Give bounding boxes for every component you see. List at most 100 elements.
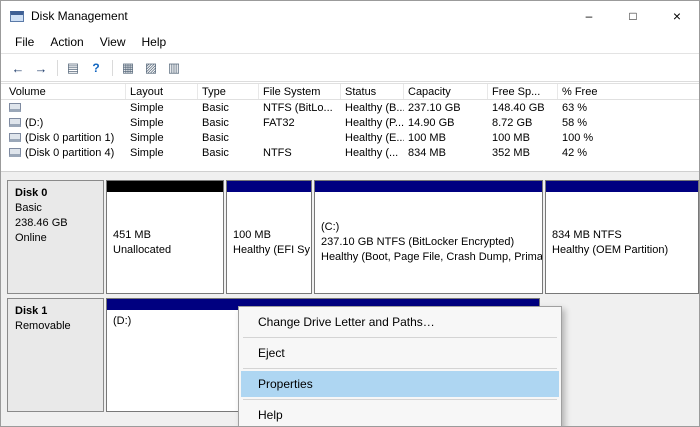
file-system-cell: NTFS	[259, 147, 341, 159]
partition-stripe	[227, 181, 311, 192]
menu-bar: File Action View Help	[1, 31, 699, 54]
maximize-button[interactable]: □	[611, 1, 655, 31]
volume-cell: (Disk 0 partition 1)	[1, 132, 126, 144]
column-header-type[interactable]: Type	[198, 84, 259, 99]
menu-file[interactable]: File	[7, 32, 42, 52]
column-header-pct-free[interactable]: % Free	[558, 84, 699, 99]
column-header-layout[interactable]: Layout	[126, 84, 198, 99]
forward-icon[interactable]: →	[30, 57, 52, 79]
volume-cell: (D:)	[1, 117, 126, 129]
free-space-cell: 8.72 GB	[488, 117, 558, 129]
partition-line: 100 MB	[233, 228, 305, 243]
menu-separator	[243, 399, 557, 400]
capacity-cell: 834 MB	[404, 147, 488, 159]
disk0-row: Disk 0 Basic 238.46 GB Online 451 MB Una…	[7, 180, 700, 294]
layout-cell: Simple	[126, 147, 198, 159]
disk-type: Removable	[15, 319, 96, 334]
partition-line: Unallocated	[113, 243, 217, 258]
file-system-cell: NTFS (BitLo...	[259, 102, 341, 114]
menu-help[interactable]: Help	[134, 32, 175, 52]
volume-name: (D:)	[25, 117, 43, 129]
back-icon[interactable]: ←	[7, 57, 29, 79]
partition-line: Healthy (EFI Sy	[233, 243, 305, 258]
disk-name: Disk 0	[15, 186, 96, 201]
column-header-status[interactable]: Status	[341, 84, 404, 99]
table-row[interactable]: (Disk 0 partition 4) Simple Basic NTFS H…	[1, 145, 699, 160]
volume-icon	[9, 133, 21, 142]
type-cell: Basic	[198, 102, 259, 114]
disk-management-app-icon	[10, 11, 24, 22]
disk-type: Basic	[15, 201, 96, 216]
toolbar-separator	[112, 60, 113, 76]
volume-icon	[9, 103, 21, 112]
title-bar: Disk Management – □ ×	[1, 1, 699, 31]
free-space-cell: 352 MB	[488, 147, 558, 159]
disk-status: Online	[15, 231, 96, 246]
partition-line: Healthy (OEM Partition)	[552, 243, 692, 258]
volume-cell: (Disk 0 partition 4)	[1, 147, 126, 159]
column-header-volume[interactable]: Volume	[1, 84, 126, 99]
column-header-capacity[interactable]: Capacity	[404, 84, 488, 99]
window-controls: – □ ×	[567, 1, 699, 31]
capacity-cell: 237.10 GB	[404, 102, 488, 114]
table-row[interactable]: (Disk 0 partition 1) Simple Basic Health…	[1, 130, 699, 145]
minimize-button[interactable]: –	[567, 1, 611, 31]
action-script-icon[interactable]: ▨	[140, 57, 162, 79]
partition-oem[interactable]: 834 MB NTFS Healthy (OEM Partition)	[545, 180, 699, 294]
partition-line: 451 MB	[113, 228, 217, 243]
table-row[interactable]: Simple Basic NTFS (BitLo... Healthy (B..…	[1, 100, 699, 115]
disk-management-window: Disk Management – □ × File Action View H…	[0, 0, 700, 427]
pct-free-cell: 63 %	[558, 102, 699, 114]
volume-name: (Disk 0 partition 1)	[25, 132, 114, 144]
disk-capacity: 238.46 GB	[15, 216, 96, 231]
menu-item-eject[interactable]: Eject	[241, 340, 559, 366]
status-cell: Healthy (E...	[341, 132, 404, 144]
partition-line: 834 MB NTFS	[552, 228, 692, 243]
menu-item-help[interactable]: Help	[241, 402, 559, 427]
capacity-cell: 100 MB	[404, 132, 488, 144]
status-cell: Healthy (B...	[341, 102, 404, 114]
menu-separator	[243, 337, 557, 338]
volume-icon	[9, 148, 21, 157]
partition-efi[interactable]: 100 MB Healthy (EFI Sy	[226, 180, 312, 294]
toolbar-separator	[57, 60, 58, 76]
toolbar: ← → ▤ ? ▦ ▨ ▥	[1, 55, 699, 82]
menu-action[interactable]: Action	[42, 32, 91, 52]
layout-cell: Simple	[126, 132, 198, 144]
properties-icon[interactable]: ▦	[117, 57, 139, 79]
volume-list-header: Volume Layout Type File System Status Ca…	[1, 83, 699, 100]
type-cell: Basic	[198, 117, 259, 129]
partition-stripe	[315, 181, 542, 192]
partition-unallocated[interactable]: 451 MB Unallocated	[106, 180, 224, 294]
file-system-cell: FAT32	[259, 117, 341, 129]
column-header-file-system[interactable]: File System	[259, 84, 341, 99]
capacity-cell: 14.90 GB	[404, 117, 488, 129]
help-icon[interactable]: ?	[85, 57, 107, 79]
table-row[interactable]: (D:) Simple Basic FAT32 Healthy (P... 14…	[1, 115, 699, 130]
disk0-label[interactable]: Disk 0 Basic 238.46 GB Online	[7, 180, 104, 294]
free-space-cell: 148.40 GB	[488, 102, 558, 114]
pct-free-cell: 100 %	[558, 132, 699, 144]
views-icon[interactable]: ▥	[163, 57, 185, 79]
window-title: Disk Management	[31, 9, 128, 23]
partition-c-drive[interactable]: (C:) 237.10 GB NTFS (BitLocker Encrypted…	[314, 180, 543, 294]
partition-line: (C:)	[321, 220, 536, 235]
volume-name: (Disk 0 partition 4)	[25, 147, 114, 159]
column-header-free-space[interactable]: Free Sp...	[488, 84, 558, 99]
menu-item-properties[interactable]: Properties	[241, 371, 559, 397]
show-console-tree-icon[interactable]: ▤	[62, 57, 84, 79]
close-button[interactable]: ×	[655, 1, 699, 31]
menu-view[interactable]: View	[92, 32, 134, 52]
menu-item-change-drive-letter[interactable]: Change Drive Letter and Paths…	[241, 309, 559, 335]
type-cell: Basic	[198, 132, 259, 144]
disk1-label[interactable]: Disk 1 Removable	[7, 298, 104, 412]
free-space-cell: 100 MB	[488, 132, 558, 144]
layout-cell: Simple	[126, 117, 198, 129]
partition-line: 237.10 GB NTFS (BitLocker Encrypted)	[321, 235, 536, 250]
menu-separator	[243, 368, 557, 369]
disk0-partitions: 451 MB Unallocated 100 MB Healthy (EFI S…	[106, 180, 700, 294]
pct-free-cell: 58 %	[558, 117, 699, 129]
pct-free-cell: 42 %	[558, 147, 699, 159]
volume-cell	[1, 103, 126, 112]
unallocated-stripe	[107, 181, 223, 192]
